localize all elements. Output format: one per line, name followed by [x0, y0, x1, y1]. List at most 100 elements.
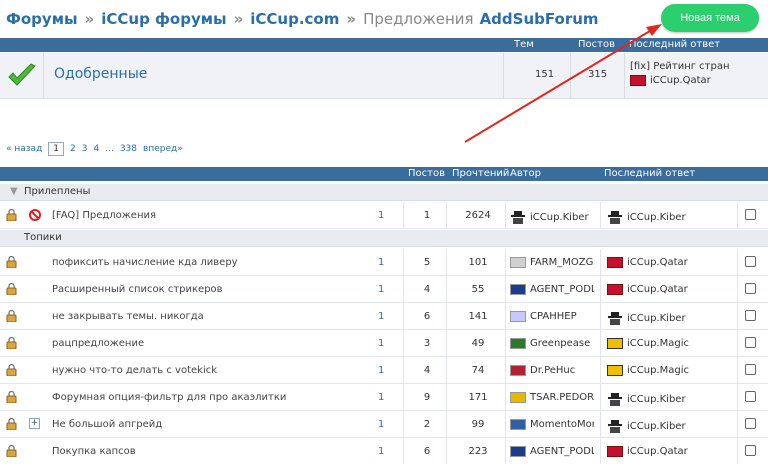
collapse-triangle-icon[interactable]: ▼ — [10, 186, 18, 197]
topic-title-link[interactable]: пофиксить начисление кда ливеру — [52, 257, 238, 268]
forum-last-topic-link[interactable]: [fix] Рейтинг стран — [630, 61, 730, 72]
forum-last-user[interactable]: iCCup.Qatar — [630, 75, 711, 86]
topic-views: 99 — [471, 419, 485, 430]
forum-link-approved[interactable]: Одобренные — [54, 66, 147, 82]
topic-views: 49 — [471, 338, 485, 349]
topic-page-link[interactable]: 1 — [378, 284, 384, 295]
table-row[interactable]: рацпредложение 1 3 49 Greenpease iCCup.Magic — [0, 330, 768, 357]
topic-title-link[interactable]: Форумная опция-фильтр для про акаэлитки — [52, 392, 286, 403]
topic-checkbox[interactable] — [745, 364, 756, 375]
topic-page-link[interactable]: 1 — [378, 210, 384, 221]
topic-page-link[interactable]: 1 — [378, 311, 384, 322]
ggg-avatar-icon — [607, 338, 623, 349]
flag-qatar-icon — [607, 284, 623, 295]
topic-checkbox[interactable] — [745, 256, 756, 267]
topic-checkbox[interactable] — [745, 209, 756, 220]
topic-last-user[interactable]: iCCup.Kiber — [607, 210, 686, 224]
topic-page-link[interactable]: 1 — [378, 419, 384, 430]
pager-page-4[interactable]: 4 — [94, 144, 100, 154]
topic-page-link[interactable]: 1 — [378, 257, 384, 268]
topic-page-link[interactable]: 1 — [378, 338, 384, 349]
topic-page-link[interactable]: 1 — [378, 446, 384, 457]
forum-row[interactable]: Одобренные 151 315 [fix] Рейтинг стран i… — [0, 53, 768, 99]
flag-qatar-icon — [607, 446, 623, 457]
pagination: « назад 1 2 3 4 ... 338 вперед» — [6, 142, 183, 156]
topic-title-link[interactable]: Покупка капсов — [52, 446, 136, 457]
flag-qatar-icon — [607, 257, 623, 268]
pager-page-3[interactable]: 3 — [82, 144, 88, 154]
table-row[interactable]: нужно что-то делать с votekick 1 4 74 Dr.PeH… — [0, 357, 768, 384]
pager-last-page[interactable]: 338 — [120, 144, 137, 154]
topic-author[interactable]: iCCup.Kiber — [510, 210, 594, 224]
flag-qatar-icon — [630, 75, 646, 86]
topic-posts: 1 — [423, 210, 431, 221]
topic-title-link[interactable]: Не большой апгрейд — [52, 419, 162, 430]
flag-icon — [510, 446, 526, 457]
topic-title-link[interactable]: Расширенный список стрикеров — [52, 284, 223, 295]
topic-last-user[interactable]: iCCup.Qatar — [607, 257, 688, 268]
pager-page-2[interactable]: 2 — [70, 144, 76, 154]
topic-posts: 6 — [423, 446, 431, 457]
forum-table-header: Тем Постов Последний ответ — [0, 38, 768, 52]
table-row[interactable]: пофиксить начисление кда ливеру 1 5 101 FARM… — [0, 249, 768, 276]
breadcrumb-separator: » — [346, 10, 357, 28]
topic-last-user[interactable]: iCCup.Kiber — [607, 419, 686, 433]
topic-last-user[interactable]: iCCup.Magic — [607, 338, 689, 349]
expand-icon[interactable]: + — [29, 418, 40, 429]
topic-last-user[interactable]: iCCup.Qatar — [607, 446, 688, 457]
topic-title-link[interactable]: рацпредложение — [52, 338, 144, 349]
table-row[interactable]: Покупка капсов 1 6 223 AGENT_PODL iCCup.Qatar — [0, 438, 768, 464]
lock-icon — [6, 209, 17, 221]
topic-author[interactable]: Dr.PeHuc — [510, 365, 594, 376]
breadcrumb-forums[interactable]: Форумы — [6, 10, 78, 28]
topic-checkbox[interactable] — [745, 445, 756, 456]
topic-views: 55 — [471, 284, 485, 295]
topic-author[interactable]: AGENT_PODL — [510, 284, 594, 295]
topic-author[interactable]: AGENT_PODL — [510, 446, 594, 457]
table-row[interactable]: Форумная опция-фильтр для про акаэлитки 1… — [0, 384, 768, 411]
lock-icon — [6, 445, 17, 457]
table-row[interactable]: не закрывать темы. никогда 1 6 141 CPAHHEP iC… — [0, 303, 768, 330]
table-row[interactable]: [FAQ] Предложения 1 1 2624 iCCup.Kiber i… — [0, 202, 768, 229]
topic-checkbox[interactable] — [745, 337, 756, 348]
topic-author[interactable]: FARM_MOZG — [510, 257, 594, 268]
flag-icon — [510, 311, 526, 322]
forum-topics-count: 151 — [535, 69, 555, 80]
topic-checkbox[interactable] — [745, 283, 756, 294]
topic-title-link[interactable]: нужно что-то делать с votekick — [52, 365, 217, 376]
breadcrumb-subforum[interactable]: AddSubForum — [480, 10, 599, 28]
topic-checkbox[interactable] — [745, 391, 756, 402]
topic-last-user[interactable]: iCCup.Qatar — [607, 284, 688, 295]
topic-posts: 2 — [423, 419, 431, 430]
topic-last-user[interactable]: iCCup.Magic — [607, 365, 689, 376]
lock-icon — [6, 310, 17, 322]
topic-title-link[interactable]: [FAQ] Предложения — [52, 210, 156, 221]
topic-author[interactable]: Greenpease — [510, 338, 594, 349]
header-author: Автор — [510, 168, 542, 179]
table-row[interactable]: Расширенный список стрикеров 1 4 55 AGENT_PO… — [0, 276, 768, 303]
topic-author[interactable]: TSAR.PEDOR — [510, 392, 594, 403]
pager-next[interactable]: вперед» — [143, 144, 183, 154]
flag-icon — [510, 392, 526, 403]
topic-posts: 4 — [423, 284, 431, 295]
breadcrumb-iccup-com[interactable]: iCCup.com — [250, 10, 339, 28]
table-row[interactable]: + Не большой апгрейд 1 2 99 MomentoMori iCCup.… — [0, 411, 768, 438]
section-topics: Топики — [0, 230, 768, 247]
topic-posts: 3 — [423, 338, 431, 349]
topic-page-link[interactable]: 1 — [378, 365, 384, 376]
spy-avatar-icon — [608, 211, 622, 224]
breadcrumb-iccup-forums[interactable]: iCCup форумы — [101, 10, 226, 28]
topic-last-user[interactable]: iCCup.Kiber — [607, 392, 686, 406]
topic-checkbox[interactable] — [745, 418, 756, 429]
new-topic-button[interactable]: Новая тема — [661, 4, 759, 32]
topic-last-user[interactable]: iCCup.Kiber — [607, 311, 686, 325]
topic-posts: 6 — [423, 311, 431, 322]
topic-page-link[interactable]: 1 — [378, 392, 384, 403]
topic-checkbox[interactable] — [745, 310, 756, 321]
topic-author[interactable]: CPAHHEP — [510, 311, 594, 322]
pager-prev[interactable]: « назад — [6, 144, 42, 154]
topic-author[interactable]: MomentoMori — [510, 419, 594, 430]
topic-title-link[interactable]: не закрывать темы. никогда — [52, 311, 204, 322]
topic-posts: 5 — [423, 257, 431, 268]
flag-icon — [510, 338, 526, 349]
